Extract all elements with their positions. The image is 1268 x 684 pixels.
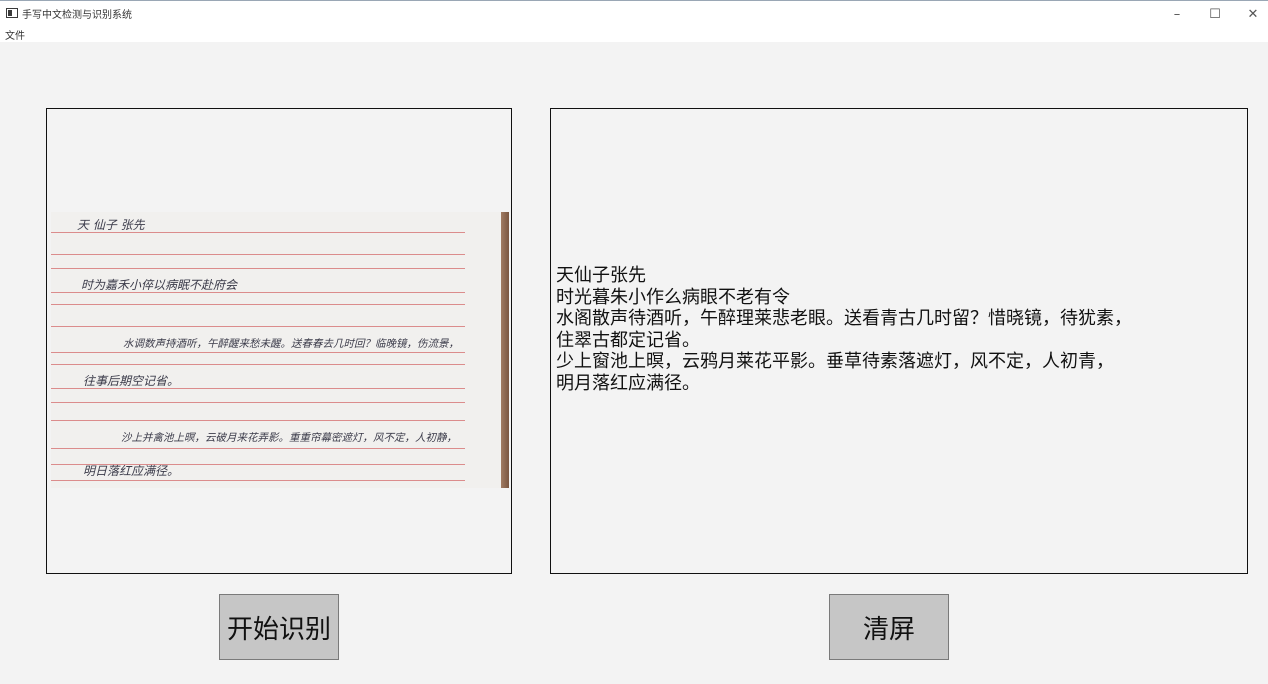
result-line: 时光暮朱小作么病眼不老有令: [556, 286, 790, 308]
clear-screen-button[interactable]: 清屏: [829, 594, 949, 660]
image-display-panel: 天 仙子 张先 时为嘉禾小倅以病眠不赴府会 水调数声持酒听，午醉醒来愁未醒。送春…: [46, 108, 512, 574]
menu-bar: 文件: [0, 26, 1268, 42]
handwritten-line: 往事后期空记省。: [83, 374, 180, 388]
start-recognition-button[interactable]: 开始识别: [219, 594, 339, 660]
result-line: 住翠古都定记省。: [556, 329, 700, 351]
result-line: 天仙子张先: [556, 265, 646, 286]
maximize-icon[interactable]: ☐: [1196, 1, 1234, 27]
minimize-icon[interactable]: –: [1158, 1, 1196, 27]
close-icon[interactable]: ✕: [1234, 1, 1268, 27]
window-title: 手写中文检测与识别系统: [22, 10, 132, 21]
result-line: 明月落红应满径。: [556, 372, 700, 394]
photo-edge: [501, 212, 509, 488]
menu-file[interactable]: 文件: [5, 27, 25, 42]
handwritten-line: 天 仙子 张先: [77, 218, 145, 232]
handwritten-line: 水调数声持酒听，午醉醒来愁未醒。送春春去几时回？临晚镜，伤流景，: [123, 338, 459, 350]
handwritten-line: 时为嘉禾小倅以病眠不赴府会: [81, 278, 238, 292]
recognition-result-panel: 天仙子张先 时光暮朱小作么病眼不老有令 水阁散声待酒听，午醉理莱悲老眼。送看青古…: [550, 108, 1248, 574]
result-line: 水阁散声待酒听，午醉理莱悲老眼。送看青古几时留？惜晓镜，待犹素，: [556, 308, 1132, 329]
handwritten-line: 明日落红应满径。: [83, 464, 180, 478]
result-line: 少上窗池上暝，云鸦月莱花平影。垂草待素落遮灯，风不定，人初青，: [556, 351, 1114, 372]
handwriting-photo: 天 仙子 张先 时为嘉禾小倅以病眠不赴府会 水调数声持酒听，午醉醒来愁未醒。送春…: [51, 212, 509, 488]
recognition-result-text: 天仙子张先 时光暮朱小作么病眼不老有令 水阁散声待酒听，午醉理莱悲老眼。送看青古…: [556, 265, 1132, 394]
title-bar: 手写中文检测与识别系统 – ☐ ✕: [0, 0, 1268, 26]
app-window-icon: [6, 8, 18, 18]
handwritten-line: 沙上并禽池上暝，云破月来花弄影。重重帘幕密遮灯，风不定，人初静，: [121, 432, 457, 444]
